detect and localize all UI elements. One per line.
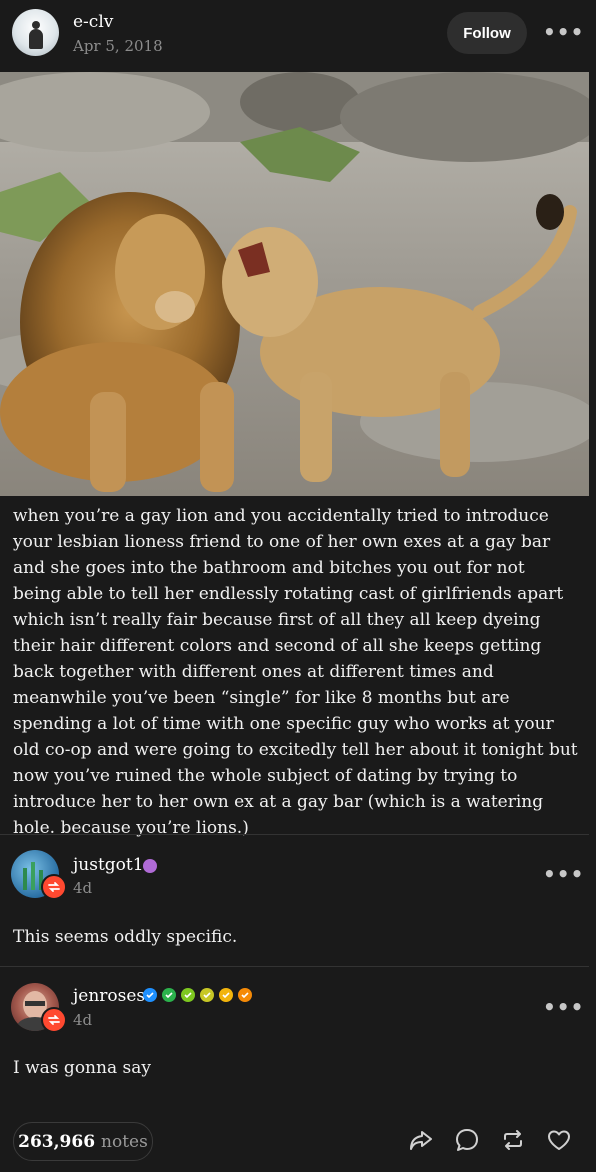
user-badge-icon	[143, 859, 157, 873]
badge-check-icon	[238, 988, 252, 1002]
follow-button[interactable]: Follow	[447, 12, 527, 54]
reply-more-icon[interactable]: •••	[543, 995, 584, 1019]
post-date[interactable]: Apr 5, 2018	[73, 37, 163, 55]
post-header: e-clv Apr 5, 2018 Follow •••	[0, 0, 596, 72]
reblog-badge-icon	[41, 874, 67, 900]
reply-icon[interactable]	[454, 1127, 480, 1153]
author-avatar[interactable]	[12, 9, 59, 56]
reblog-badge-icon	[41, 1007, 67, 1033]
badge-check-icon	[162, 988, 176, 1002]
lions-image	[0, 72, 589, 496]
user-badges	[141, 988, 252, 1002]
reply-username[interactable]: justgot1	[73, 855, 144, 875]
post-caption: when you’re a gay lion and you accidenta…	[13, 506, 578, 838]
reply-text: This seems oddly specific.	[13, 927, 238, 947]
post-photo[interactable]	[0, 72, 589, 496]
divider	[0, 834, 589, 835]
notes-count: 263,966	[18, 1131, 96, 1152]
author-name[interactable]: e-clv	[73, 12, 113, 32]
badge-check-icon	[219, 988, 233, 1002]
avatar-figure-body	[29, 29, 43, 49]
avatar-figure-head	[32, 21, 40, 29]
reblog-icon[interactable]	[500, 1127, 526, 1153]
badge-check-icon	[200, 988, 214, 1002]
reply-time: 4d	[73, 879, 93, 897]
reply-username[interactable]: jenroses	[73, 986, 145, 1006]
notes-label: notes	[101, 1131, 148, 1152]
badge-check-icon	[181, 988, 195, 1002]
like-icon[interactable]	[546, 1127, 572, 1153]
notes-button[interactable]: 263,966 notes	[13, 1122, 153, 1161]
reply-text: I was gonna say	[13, 1058, 151, 1078]
reply-more-icon[interactable]: •••	[543, 862, 584, 886]
badge-check-icon	[143, 988, 157, 1002]
share-icon[interactable]	[408, 1127, 434, 1153]
post-more-icon[interactable]: •••	[543, 20, 584, 44]
divider	[0, 966, 589, 967]
reply-time: 4d	[73, 1011, 93, 1029]
